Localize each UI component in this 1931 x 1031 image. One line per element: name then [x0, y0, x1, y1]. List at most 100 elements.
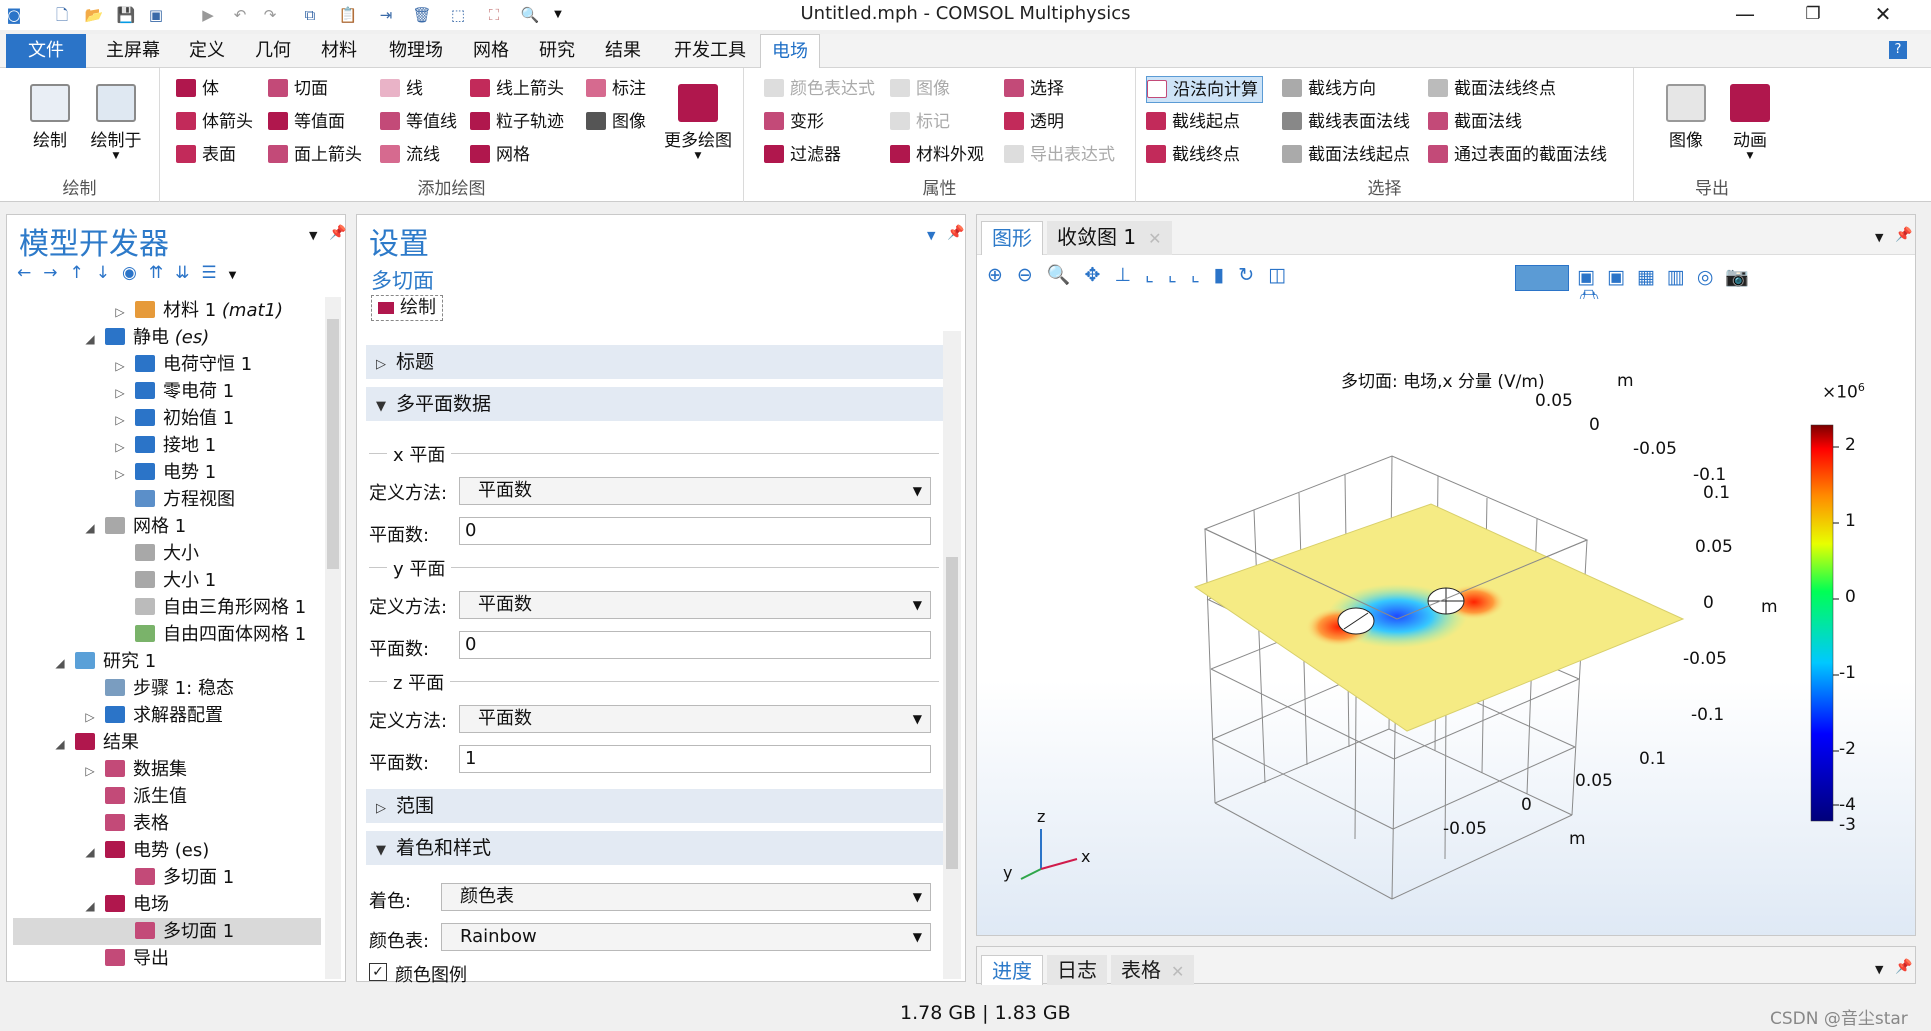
snapshot-icon[interactable]: 📷 — [1725, 266, 1761, 288]
tree-item-multislice-b[interactable]: 多切面 1 — [13, 918, 321, 945]
show-icon[interactable]: ◉ — [122, 263, 149, 283]
open-file-icon[interactable]: 📂 — [84, 5, 104, 25]
save-as-icon[interactable]: ▣ — [146, 5, 166, 25]
copy-icon[interactable]: ⧉ — [300, 5, 320, 25]
sel-cut-line-end[interactable]: 截线终点 — [1146, 142, 1240, 169]
pin-icon[interactable]: 📌 — [329, 225, 346, 241]
tree-scrollbar-thumb[interactable] — [327, 319, 339, 569]
bottom-menu-icon[interactable]: ▼ — [1875, 963, 1883, 976]
tab-progress[interactable]: 进度 — [981, 955, 1043, 985]
tree-item-multislice-a[interactable]: 多切面 1 — [113, 864, 234, 891]
back-icon[interactable]: ← — [17, 263, 43, 283]
tree-item-ground[interactable]: ▷ 接地 1 — [113, 432, 216, 459]
graphics-menu-icon[interactable]: ▼ — [1875, 231, 1883, 244]
settings-scrollbar[interactable] — [943, 331, 961, 979]
tree-item-initial-values[interactable]: ▷ 初始值 1 — [113, 405, 234, 432]
minimize-button[interactable]: — — [1722, 0, 1768, 30]
tree-item-derived-values[interactable]: 派生值 — [83, 783, 187, 810]
tree-item-equation-view[interactable]: 方程视图 — [113, 486, 235, 513]
color-table-select[interactable]: Rainbow ▼ — [441, 923, 931, 951]
sel-cut-plane-normal-surface[interactable]: 通过表面的截面法线 — [1428, 142, 1607, 169]
section-range[interactable]: ▷ 范围 — [366, 789, 944, 823]
tab-mesh[interactable]: 网格 — [464, 34, 518, 68]
scene-light-toggle[interactable] — [1515, 265, 1569, 291]
tab-log[interactable]: 日志 — [1047, 955, 1107, 985]
add-slice[interactable]: 切面 — [268, 76, 328, 103]
tree-item-electric-field-plot[interactable]: ◢ 电场 — [83, 891, 169, 918]
tree-item-solver-configurations[interactable]: ▷ 求解器配置 — [83, 702, 223, 729]
x-method-select[interactable]: 平面数 ▼ — [459, 477, 931, 505]
section-title[interactable]: ▷ 标题 — [366, 345, 944, 379]
add-arrow-line[interactable]: 线上箭头 — [470, 76, 564, 103]
attr-selection[interactable]: 选择 — [1004, 76, 1064, 103]
move-up-icon[interactable]: ↑ — [70, 263, 96, 283]
attr-export-expression[interactable]: 导出表达式 — [1004, 142, 1115, 169]
graphics-canvas[interactable]: 多切面: 电场,x 分量 (V/m) ×106 2 1 0 -1 -2 -3 -… — [977, 299, 1915, 935]
zoom-in-icon[interactable]: ⊕ — [987, 264, 1017, 286]
grid-icon[interactable]: ▦ — [1637, 266, 1667, 288]
tab-convergence[interactable]: 收敛图 1 ✕ — [1047, 221, 1172, 255]
attr-color-expression[interactable]: 颜色表达式 — [764, 76, 875, 103]
tree-item-zero-charge[interactable]: ▷ 零电荷 1 — [113, 378, 234, 405]
collapse-all-icon[interactable]: ⇊ — [175, 263, 201, 283]
y-count-input[interactable]: 0 — [459, 631, 931, 659]
paste-icon[interactable]: 📋 — [338, 5, 358, 25]
add-mesh[interactable]: 网格 — [470, 142, 530, 169]
add-volume[interactable]: 体 — [176, 76, 219, 103]
z-method-select[interactable]: 平面数 ▼ — [459, 705, 931, 733]
add-contour[interactable]: 等值线 — [380, 109, 457, 136]
add-isosurface[interactable]: 等值面 — [268, 109, 345, 136]
add-surface[interactable]: 表面 — [176, 142, 236, 169]
zoom-icon[interactable]: 🔍 — [520, 5, 540, 25]
expand-all-icon[interactable]: ⇈ — [149, 263, 175, 283]
axis-direction-icon[interactable]: ⊥ — [1114, 264, 1145, 286]
tab-definitions[interactable]: 定义 — [180, 34, 234, 68]
tree-item-electric-potential[interactable]: ▷ 电势 1 — [113, 459, 216, 486]
render-icon[interactable]: ◫ — [1268, 264, 1300, 286]
tab-results[interactable]: 结果 — [596, 34, 650, 68]
rotate-icon[interactable]: ↻ — [1238, 264, 1268, 286]
help-button[interactable]: ? — [1889, 41, 1907, 59]
tab-file[interactable]: 文件 — [6, 34, 86, 68]
move-down-icon[interactable]: ↓ — [96, 263, 122, 283]
color-legend-checkbox[interactable]: ✓ — [369, 963, 387, 981]
attr-marker[interactable]: 标记 — [890, 109, 950, 136]
tree-item-charge-conservation[interactable]: ▷ 电荷守恒 1 — [113, 351, 252, 378]
run-icon[interactable]: ▶ — [198, 5, 218, 25]
y-method-select[interactable]: 平面数 ▼ — [459, 591, 931, 619]
delete-icon[interactable]: 🗑 — [412, 5, 432, 25]
tree-item-step-stationary[interactable]: 步骤 1: 稳态 — [83, 675, 234, 702]
coloring-select[interactable]: 颜色表 ▼ — [441, 883, 931, 911]
more-plots-button[interactable]: 更多绘图 ▼ — [656, 84, 740, 161]
tree-item-mesh[interactable]: ◢ 网格 1 — [83, 513, 186, 540]
export-image-button[interactable]: 图像 — [1658, 84, 1714, 151]
tree-item-results[interactable]: ◢ 结果 — [53, 729, 139, 756]
tab-geometry[interactable]: 几何 — [246, 34, 300, 68]
select-icon[interactable]: ⬚ — [448, 5, 468, 25]
tree-item-size-1[interactable]: 大小 1 — [113, 567, 216, 594]
legend-icon[interactable]: ▥ — [1667, 266, 1697, 288]
x-count-input[interactable]: 0 — [459, 517, 931, 545]
attr-deformation[interactable]: 变形 — [764, 109, 824, 136]
redo-icon[interactable]: ↷ — [260, 5, 280, 25]
tree-item-material[interactable]: ▷ 材料 1 (mat1) — [113, 297, 283, 324]
wireframe-icon[interactable]: ▣ — [1607, 266, 1637, 288]
tab-developer[interactable]: 开发工具 — [662, 34, 758, 68]
tree-item-export[interactable]: 导出 — [83, 945, 169, 972]
add-image[interactable]: 图像 — [586, 109, 646, 136]
tab-study[interactable]: 研究 — [530, 34, 584, 68]
section-coloring-style[interactable]: ▼ 着色和样式 — [366, 831, 944, 865]
draw-in-button[interactable]: 绘制于 ▼ — [84, 84, 148, 161]
tree-item-free-triangular[interactable]: 自由三角形网格 1 — [113, 594, 306, 621]
attr-image[interactable]: 图像 — [890, 76, 950, 103]
maximize-button[interactable]: ❐ — [1790, 0, 1836, 30]
tab-physics[interactable]: 物理场 — [378, 34, 454, 68]
new-file-icon[interactable]: 🗋 — [52, 5, 72, 25]
view-xy-icon[interactable]: ⌞ — [1145, 264, 1168, 286]
add-line[interactable]: 线 — [380, 76, 423, 103]
scene-light-icon[interactable]: ▮ — [1214, 264, 1238, 286]
tab-materials[interactable]: 材料 — [312, 34, 366, 68]
graphics-pin-icon[interactable]: 📌 — [1895, 227, 1912, 243]
close-tab-icon[interactable]: ✕ — [1148, 229, 1161, 248]
tree-item-free-tetrahedral[interactable]: 自由四面体网格 1 — [113, 621, 306, 648]
